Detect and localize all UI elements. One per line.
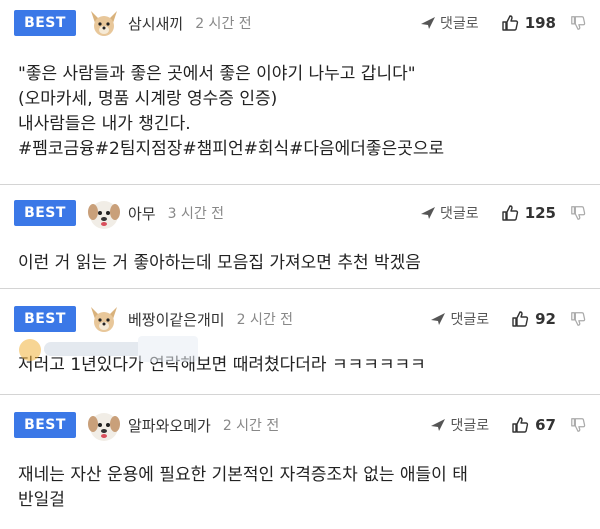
thumbs-up-icon — [501, 15, 518, 31]
reply-label: 댓글로 — [440, 206, 479, 222]
dislike-button[interactable] — [570, 311, 586, 327]
reply-label: 댓글로 — [450, 418, 490, 434]
best-badge: BEST — [14, 10, 76, 36]
like-button[interactable]: 198 — [501, 14, 556, 32]
thumbs-up-icon — [512, 311, 529, 327]
username[interactable]: 베짱이같은개미 — [128, 309, 225, 330]
reply-button[interactable]: 댓글로 — [420, 203, 479, 223]
puppy-avatar-icon[interactable] — [86, 407, 122, 443]
timestamp: 3 시간 전 — [167, 206, 225, 222]
comment-text: "좋은 사람들과 좋은 곳에서 좋은 이야기 나누고 갑니다" (오마카세, 명… — [18, 64, 445, 159]
thumbs-down-icon — [571, 16, 586, 30]
best-badge: BEST — [14, 200, 76, 226]
reply-button[interactable]: 댓글로 — [420, 13, 479, 33]
dog-avatar-icon[interactable] — [86, 5, 122, 41]
timestamp: 2 시간 전 — [236, 312, 294, 328]
timestamp: 2 시간 전 — [195, 16, 252, 32]
comment-text: 재네는 자산 운용에 필요한 기본적인 자격증조차 없는 애들이 태 반일걸 — [18, 465, 468, 510]
comment-text: 저러고 1년있다가 연락해보면 때려쳤다더라 ㅋㅋㅋㅋㅋㅋ — [18, 355, 426, 375]
timestamp: 2 시간 전 — [222, 418, 280, 434]
dislike-button[interactable] — [570, 417, 586, 433]
puppy-avatar-icon[interactable] — [86, 195, 122, 231]
comment-item: BEST 삼시새끼 2 시간 전 댓글로 198 "좋은 사람들과 좋은 곳에서… — [0, 0, 600, 185]
reply-button[interactable]: 댓글로 — [430, 309, 489, 329]
username[interactable]: 알파와오메가 — [128, 415, 211, 436]
dislike-button[interactable] — [570, 15, 586, 31]
reply-button[interactable]: 댓글로 — [430, 415, 489, 435]
like-button[interactable]: 67 — [511, 416, 556, 434]
like-count: 125 — [524, 204, 556, 222]
comment-item: BEST 아무 3 시간 전 댓글로 125 이런 거 읽는 거 좋아하는데 모… — [0, 185, 600, 289]
comment-item: BEST 베짱이같은개미 2 시간 전 댓글로 92 저러고 1년있다가 연락해… — [0, 289, 600, 395]
best-badge: BEST — [14, 306, 76, 332]
reply-label: 댓글로 — [450, 312, 490, 328]
thumbs-up-icon — [501, 205, 518, 221]
reply-arrow-icon — [421, 207, 436, 219]
thumbs-down-icon — [571, 418, 586, 432]
reply-arrow-icon — [421, 17, 436, 29]
reply-label: 댓글로 — [440, 16, 479, 32]
like-count: 67 — [535, 416, 556, 434]
dog-avatar-icon[interactable] — [86, 301, 122, 337]
username[interactable]: 삼시새끼 — [128, 13, 183, 34]
dislike-button[interactable] — [570, 205, 586, 221]
best-badge: BEST — [14, 412, 76, 438]
like-button[interactable]: 125 — [501, 204, 556, 222]
thumbs-down-icon — [571, 312, 586, 326]
thumbs-up-icon — [512, 417, 529, 433]
reply-arrow-icon — [431, 419, 446, 431]
like-button[interactable]: 92 — [511, 310, 556, 328]
comment-item: BEST 알파와오메가 2 시간 전 댓글로 67 재네는 자산 운용에 필요한… — [0, 395, 600, 529]
like-count: 198 — [524, 14, 556, 32]
comment-text: 이런 거 읽는 거 좋아하는데 모음집 가져오면 추천 박겠음 — [18, 253, 421, 273]
reply-arrow-icon — [431, 313, 446, 325]
thumbs-down-icon — [571, 206, 586, 220]
like-count: 92 — [535, 310, 556, 328]
username[interactable]: 아무 — [128, 203, 156, 224]
